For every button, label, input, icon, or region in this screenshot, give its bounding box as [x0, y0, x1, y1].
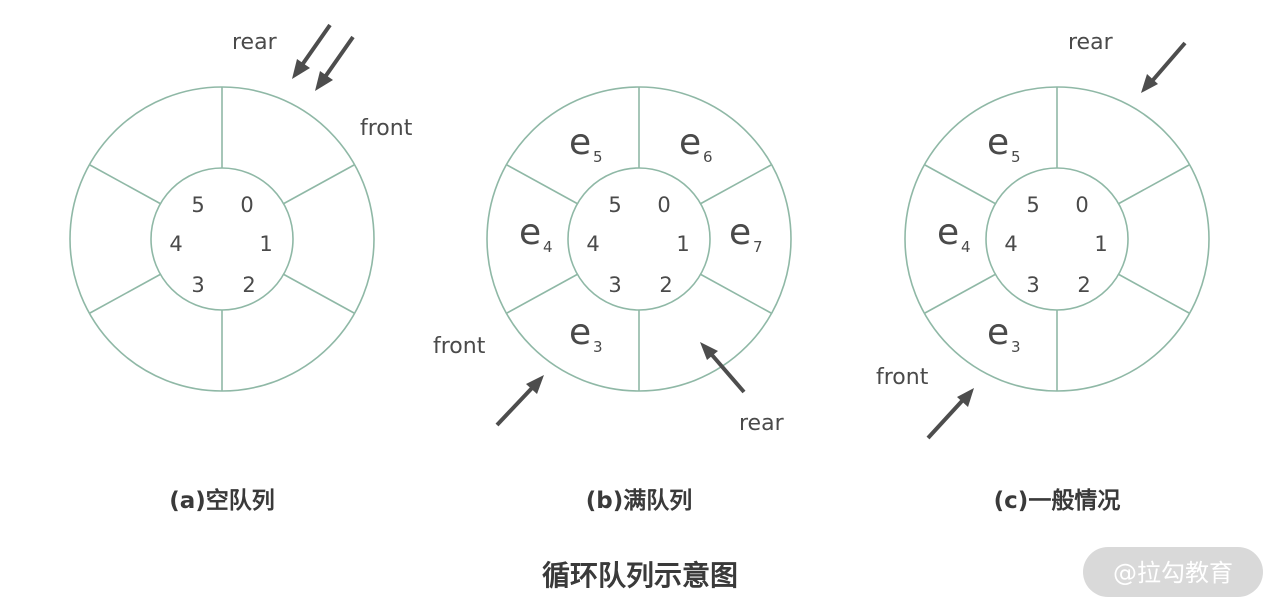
slot-index-0: 0 — [240, 193, 253, 217]
diagram-a: 0 1 2 3 4 5 rear front (a)空队列 — [69, 23, 413, 514]
svg-text:6: 6 — [703, 148, 713, 166]
slot-index-5: 5 — [1026, 193, 1039, 217]
slot-index-3: 3 — [1026, 273, 1039, 297]
svg-text:e: e — [729, 212, 751, 253]
divider-c-lower-left — [924, 273, 997, 314]
svg-text:e: e — [987, 312, 1009, 353]
divider-a-lower-right — [282, 273, 355, 314]
divider-b-lower-right — [699, 273, 772, 314]
svg-text:7: 7 — [753, 238, 763, 256]
slot-index-4: 4 — [586, 232, 599, 256]
divider-a-lower-left — [89, 273, 162, 314]
element-e5: e 5 — [987, 122, 1021, 166]
svg-text:e: e — [987, 122, 1009, 163]
divider-c-upper-left — [924, 164, 997, 205]
slot-index-0: 0 — [1075, 193, 1088, 217]
watermark: @拉勾教育 — [1083, 547, 1263, 597]
front-label: front — [433, 334, 486, 359]
svg-text:e: e — [569, 122, 591, 163]
slot-index-3: 3 — [191, 273, 204, 297]
element-e6: e 6 — [679, 122, 713, 166]
divider-c-upper-right — [1117, 164, 1190, 205]
svg-text:e: e — [679, 122, 701, 163]
slot-index-5: 5 — [608, 193, 621, 217]
slot-index-3: 3 — [608, 273, 621, 297]
caption-a: (a)空队列 — [169, 487, 275, 514]
divider-b-lower-left — [506, 273, 579, 314]
svg-text:4: 4 — [543, 238, 553, 256]
diagram-b: 0 1 2 3 4 5 e 6 e 7 e 3 e 4 e 5 front re… — [433, 86, 792, 514]
rear-label: rear — [232, 30, 278, 55]
caption-b: (b)满队列 — [586, 488, 693, 514]
svg-text:5: 5 — [593, 148, 603, 166]
divider-c-lower-right — [1117, 273, 1190, 314]
watermark-text: @拉勾教育 — [1113, 559, 1233, 587]
slot-index-0: 0 — [657, 193, 670, 217]
slot-index-4: 4 — [169, 232, 182, 256]
element-e5: e 5 — [569, 122, 603, 166]
svg-text:e: e — [937, 212, 959, 253]
svg-text:3: 3 — [1011, 338, 1021, 356]
caption-c: (c)一般情况 — [994, 487, 1121, 514]
rear-label: rear — [739, 411, 785, 436]
slot-index-1: 1 — [259, 232, 272, 256]
front-arrow — [495, 375, 544, 427]
slot-index-4: 4 — [1004, 232, 1017, 256]
slot-index-2: 2 — [242, 273, 255, 297]
slot-index-1: 1 — [1094, 232, 1107, 256]
divider-b-upper-right — [699, 164, 772, 205]
svg-text:e: e — [569, 312, 591, 353]
slot-index-5: 5 — [191, 193, 204, 217]
front-arrow — [926, 388, 974, 440]
divider-a-upper-right — [282, 164, 355, 205]
figure-title: 循环队列示意图 — [542, 559, 738, 592]
slot-index-1: 1 — [676, 232, 689, 256]
element-e4: e 4 — [519, 212, 553, 256]
front-label: front — [360, 116, 413, 141]
svg-text:4: 4 — [961, 238, 971, 256]
svg-text:e: e — [519, 212, 541, 253]
diagram-c: 0 1 2 3 4 5 e 3 e 4 e 5 rear front (c)一般… — [876, 30, 1210, 514]
rear-label: rear — [1068, 30, 1114, 55]
svg-text:5: 5 — [1011, 148, 1021, 166]
element-e7: e 7 — [729, 212, 763, 256]
rear-arrow — [292, 23, 332, 79]
element-e4: e 4 — [937, 212, 971, 256]
element-e3: e 3 — [569, 312, 603, 356]
rear-arrow — [1141, 41, 1187, 93]
rear-arrow — [700, 342, 746, 394]
circular-queue-figure: 0 1 2 3 4 5 rear front (a)空队列 0 1 2 3 4 … — [69, 23, 1263, 597]
slot-index-2: 2 — [1077, 273, 1090, 297]
slot-index-2: 2 — [659, 273, 672, 297]
divider-b-upper-left — [506, 164, 579, 205]
divider-a-upper-left — [89, 164, 162, 205]
element-e3: e 3 — [987, 312, 1021, 356]
front-arrow — [315, 35, 355, 91]
front-label: front — [876, 365, 929, 390]
svg-text:3: 3 — [593, 338, 603, 356]
